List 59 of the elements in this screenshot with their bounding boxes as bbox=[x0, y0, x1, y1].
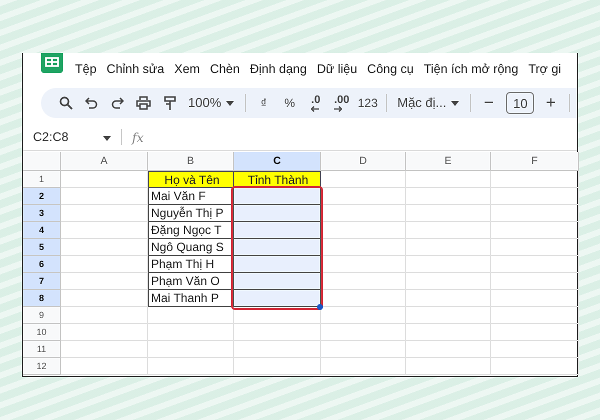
undo-icon[interactable] bbox=[85, 97, 98, 109]
caret-icon bbox=[451, 100, 460, 106]
row-header[interactable]: 10 bbox=[23, 324, 61, 341]
row-header[interactable]: 11 bbox=[23, 341, 61, 358]
menu-item[interactable]: Định dạng bbox=[250, 62, 307, 76]
menu-item[interactable]: Dữ liệu bbox=[316, 62, 358, 76]
search-icon[interactable] bbox=[58, 96, 72, 110]
table-cell[interactable] bbox=[234, 222, 321, 239]
increase-decimal-button[interactable]: .00 bbox=[329, 90, 354, 116]
menu-item[interactable]: Xem bbox=[174, 62, 200, 76]
name-box[interactable]: C2:C8 bbox=[33, 130, 91, 144]
font-size-field[interactable]: 10 bbox=[506, 92, 534, 114]
column-header[interactable]: C bbox=[234, 152, 321, 171]
table-cell[interactable]: Họ và Tên bbox=[148, 171, 234, 188]
format-button[interactable]: % bbox=[277, 90, 302, 116]
row-header[interactable]: 1 bbox=[23, 171, 61, 188]
dropdown-button[interactable]: Mặc đị... bbox=[392, 90, 464, 116]
menu-item[interactable]: Chỉnh sửa bbox=[106, 62, 164, 76]
row-header[interactable]: 9 bbox=[23, 307, 61, 324]
fill-handle[interactable] bbox=[317, 304, 323, 310]
decrease-font-size-button[interactable]: − bbox=[476, 90, 502, 116]
column-header[interactable]: B bbox=[148, 152, 234, 171]
formula-label: fx bbox=[132, 130, 144, 144]
table-cell[interactable] bbox=[234, 273, 321, 290]
table-cell[interactable] bbox=[234, 188, 321, 205]
column-header[interactable]: E bbox=[406, 152, 491, 171]
redo-icon[interactable] bbox=[111, 97, 124, 109]
increase-font-size-button[interactable]: + bbox=[538, 90, 564, 116]
table-cell[interactable] bbox=[234, 205, 321, 222]
column-header[interactable]: A bbox=[61, 152, 148, 171]
menu-item[interactable]: Tệp bbox=[75, 62, 97, 76]
table-cell[interactable] bbox=[234, 256, 321, 273]
column-header[interactable]: D bbox=[321, 152, 406, 171]
row-header[interactable]: 2 bbox=[23, 188, 61, 205]
corner-cell[interactable] bbox=[23, 152, 61, 171]
row-header[interactable]: 8 bbox=[23, 290, 61, 307]
format-button[interactable]: ₫ bbox=[251, 90, 276, 116]
menu-item[interactable]: Tiện ích mở rộng bbox=[424, 62, 518, 76]
format-button[interactable]: 123 bbox=[355, 90, 380, 116]
table-cell[interactable] bbox=[234, 239, 321, 256]
row-header[interactable]: 5 bbox=[23, 239, 61, 256]
menu-item[interactable]: Chèn bbox=[210, 62, 240, 76]
column-header[interactable]: F bbox=[491, 152, 579, 171]
caret-icon bbox=[103, 136, 111, 141]
table-cell[interactable] bbox=[234, 290, 321, 307]
row-header[interactable]: 7 bbox=[23, 273, 61, 290]
row-header[interactable]: 6 bbox=[23, 256, 61, 273]
menu-item[interactable]: Công cụ bbox=[367, 62, 414, 76]
arrow-right-icon bbox=[334, 106, 342, 112]
print-icon[interactable] bbox=[136, 96, 151, 110]
caret-icon bbox=[226, 100, 234, 106]
arrow-left-icon bbox=[311, 106, 320, 112]
decrease-decimal-button[interactable]: .0 bbox=[303, 90, 328, 116]
row-header[interactable]: 3 bbox=[23, 205, 61, 222]
paint-format-icon[interactable] bbox=[164, 96, 176, 110]
row-header[interactable]: 12 bbox=[23, 358, 61, 375]
row-header[interactable]: 4 bbox=[23, 222, 61, 239]
dropdown-button[interactable]: 100% bbox=[183, 90, 240, 116]
menu-item[interactable]: Trợ gi bbox=[528, 62, 562, 76]
